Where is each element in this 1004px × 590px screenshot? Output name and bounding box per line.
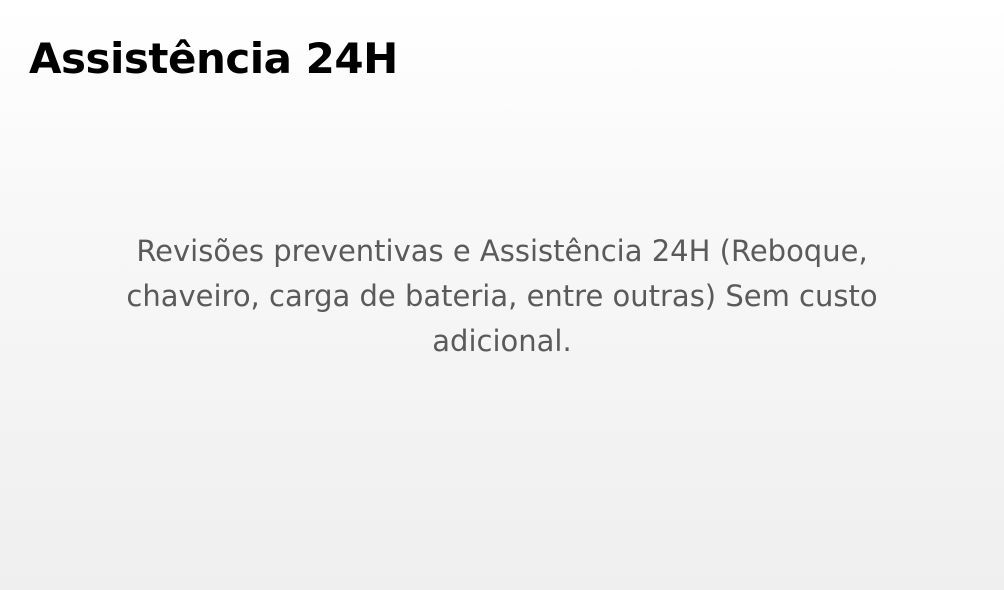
feature-card: Assistência 24H Revisões preventivas e A… <box>0 0 1004 590</box>
card-description: Revisões preventivas e Assistência 24H (… <box>126 234 878 358</box>
card-title: Assistência 24H <box>29 34 398 83</box>
